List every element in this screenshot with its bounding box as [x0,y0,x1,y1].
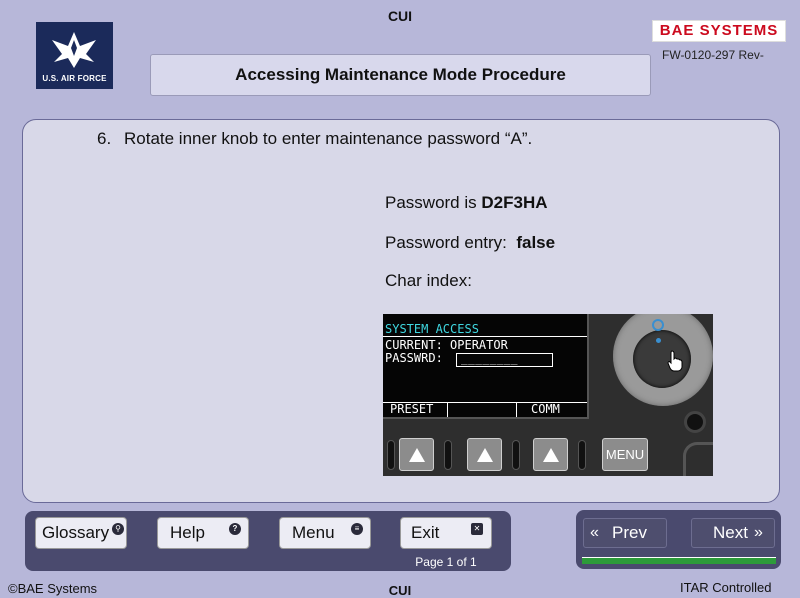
exit-button[interactable]: Exit ✕ [400,517,492,549]
step-text: Rotate inner knob to enter maintenance p… [124,129,533,148]
char-index-label: Char index: [385,271,472,290]
document-number: FW-0120-297 Rev- [662,48,764,62]
radio-control-panel: SYSTEM ACCESS CURRENT: OPERATOR PASSWRD:… [383,314,713,476]
button-slot [578,440,586,470]
exit-label: Exit [411,523,440,542]
power-indicator-icon [652,319,664,331]
prev-button[interactable]: « Prev [583,518,667,548]
help-label: Help [170,523,205,542]
next-label: Next [713,523,748,542]
knob-indicator-dot [656,338,661,343]
device-screen: SYSTEM ACCESS CURRENT: OPERATOR PASSWRD:… [383,314,589,419]
softkey-divider [447,402,448,417]
triangle-up-icon [543,448,559,462]
triangle-up-icon [477,448,493,462]
button-slot [387,440,395,470]
password-entry-label: Password entry: [385,233,507,252]
page-title: Accessing Maintenance Mode Procedure [150,54,651,96]
softkey-button-3[interactable] [533,438,568,471]
softkey-button-2[interactable] [467,438,502,471]
question-icon: ? [229,523,241,535]
search-icon: ⚲ [112,523,124,535]
headset-jack [684,411,706,433]
screen-divider [383,336,587,337]
char-index-line: Char index: [385,271,472,291]
softkey-preset: PRESET [390,402,434,416]
hand-pointer-icon [667,350,683,372]
close-icon: ✕ [471,523,483,535]
password-entry-value: false [516,233,556,252]
panel-bracket [683,442,713,476]
glossary-button[interactable]: Glossary ⚲ [35,517,127,549]
step-instruction: 6. Rotate inner knob to enter maintenance… [97,129,532,149]
bae-systems-logo: BAE SYSTEMS [652,20,786,42]
password-label: Password is [385,193,477,212]
screen-title: SYSTEM ACCESS [385,322,479,336]
softkey-comm: COMM [531,402,560,416]
help-button[interactable]: Help ? [157,517,249,549]
itar-notice: ITAR Controlled [680,580,772,595]
device-menu-button[interactable]: MENU [602,438,648,471]
button-slot [444,440,452,470]
menu-label: Menu [292,523,335,542]
step-number: 6. [97,129,112,148]
prev-label: Prev [612,523,647,542]
menu-button[interactable]: Menu ≡ [279,517,371,549]
list-icon: ≡ [351,523,363,535]
password-line: Password is D2F3HA [385,193,548,213]
air-force-logo: U.S. AIR FORCE [36,22,113,89]
screen-passwd-label: PASSWRD: [385,351,443,365]
logo-text: U.S. AIR FORCE [42,74,107,83]
triangle-up-icon [409,448,425,462]
password-value: D2F3HA [481,193,548,212]
button-slot [512,440,520,470]
progress-fill [582,558,776,564]
next-button[interactable]: Next » [691,518,775,548]
double-chevron-right-icon: » [754,524,763,541]
page-indicator: Page 1 of 1 [415,555,477,569]
softkey-divider [516,402,517,417]
double-chevron-left-icon: « [590,524,599,541]
softkey-button-1[interactable] [399,438,434,471]
glossary-label: Glossary [42,523,110,542]
progress-bar [582,557,776,564]
password-entry-line: Password entry: false [385,233,555,253]
password-field: ________ [461,352,518,365]
